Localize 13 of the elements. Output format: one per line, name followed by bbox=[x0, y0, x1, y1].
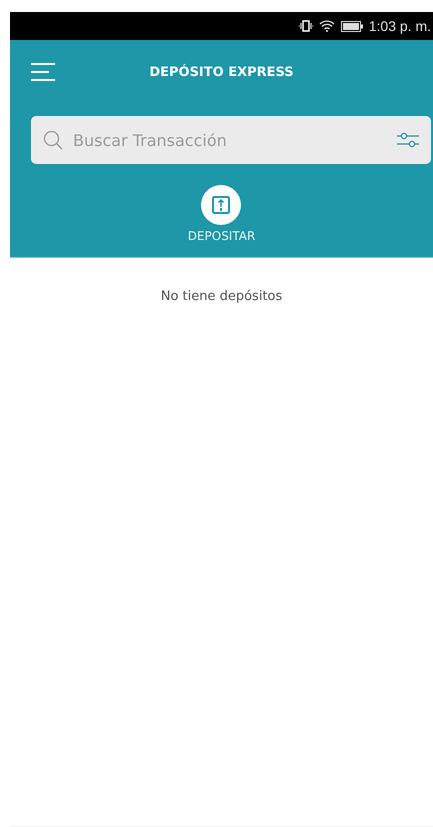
clock-time: 1:03 p. m. bbox=[368, 18, 431, 34]
deposit-button[interactable]: DEPOSITAR bbox=[188, 185, 256, 243]
battery-icon bbox=[340, 20, 363, 32]
filter-icon[interactable] bbox=[397, 131, 419, 149]
screen-title: DEPÓSITO EXPRESS bbox=[149, 64, 294, 80]
deposit-icon bbox=[212, 196, 230, 214]
empty-message: No tiene depósitos bbox=[160, 289, 284, 304]
search-icon bbox=[43, 130, 63, 150]
wifi-icon bbox=[318, 20, 335, 32]
search-bar[interactable]: Buscar Transacción bbox=[31, 116, 431, 164]
menu-icon[interactable] bbox=[31, 63, 55, 81]
search-field[interactable]: Buscar Transacción bbox=[71, 130, 389, 150]
vibrate-icon bbox=[298, 20, 313, 32]
